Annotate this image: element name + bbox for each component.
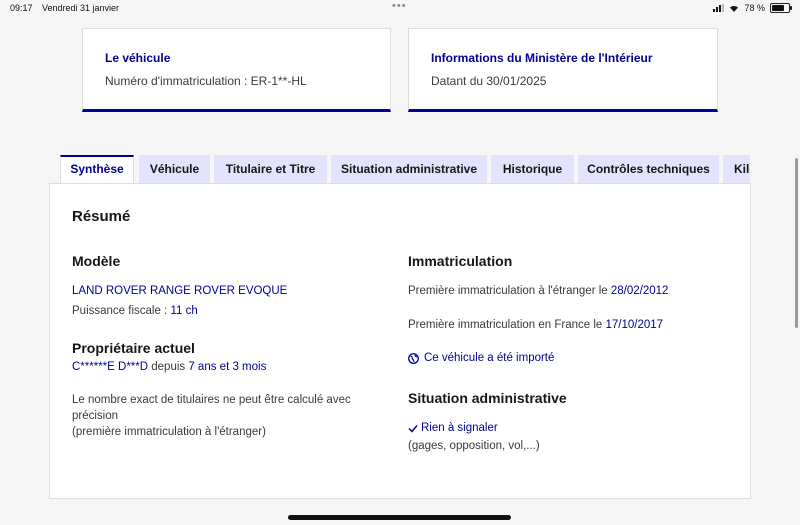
situation-status: Rien à signaler [408,420,498,436]
titulaires-note-line3: (première immatriculation à l'étranger) [72,426,266,438]
immat-etranger-label: Première immatriculation à l'étranger le [408,285,611,297]
multitask-dots-icon[interactable]: ••• [392,0,407,12]
vehicle-card: Le véhicule Numéro d'immatriculation : E… [82,28,391,112]
titulaires-note-line1: Le nombre exact de titulaires ne peut êt… [72,394,351,406]
situation-status-text: Rien à signaler [421,422,498,434]
titulaires-note: Le nombre exact de titulaires ne peut êt… [72,392,392,440]
immatriculation-heading: Immatriculation [408,253,513,269]
situation-details: (gages, opposition, vol,...) [408,440,540,452]
ministry-info-card: Informations du Ministère de l'Intérieur… [408,28,718,112]
immat-etranger: Première immatriculation à l'étranger le… [408,283,668,299]
battery-icon [770,3,792,13]
status-date: Vendredi 31 janvier [42,3,120,13]
puissance-value: 11 ch [170,305,198,317]
proprietaire-line: C******E D***D depuis 7 ans et 3 mois [72,359,266,375]
cellular-signal-icon [713,4,725,12]
importe-link[interactable]: Ce véhicule a été importé [408,350,554,366]
tab-controles-techniques[interactable]: Contrôles techniques [578,155,719,184]
proprietaire-heading: Propriétaire actuel [72,340,195,356]
immat-etranger-date: 28/02/2012 [610,285,669,297]
proprietaire-duree: 7 ans et 3 mois [188,361,267,373]
synthese-panel: Résumé Modèle LAND ROVER RANGE ROVER EVO… [49,183,751,499]
tab-synthese[interactable]: Synthèse [60,155,134,184]
vehicle-card-title: Le véhicule [105,51,171,65]
modele-name: LAND ROVER RANGE ROVER EVOQUE [72,285,288,297]
puissance-label: Puissance fiscale : [72,305,171,317]
check-icon [408,424,418,433]
scrollbar[interactable] [795,158,798,328]
tab-vehicule[interactable]: Véhicule [139,155,210,184]
status-bar: 09:17 Vendredi 31 janvier ••• 78 % [0,0,800,18]
immat-france-date: 17/10/2017 [605,319,664,331]
registration-number: Numéro d'immatriculation : ER-1**-HL [105,74,307,88]
situation-heading: Situation administrative [408,390,567,406]
tab-situation-administrative[interactable]: Situation administrative [331,155,487,184]
importe-text: Ce véhicule a été importé [424,352,555,364]
tab-kilometrage[interactable]: Kilométrage [723,155,750,184]
tab-bar: Synthèse Véhicule Titulaire et Titre Sit… [60,155,750,184]
puissance-fiscale: Puissance fiscale : 11 ch [72,303,198,319]
ministry-info-date: Datant du 30/01/2025 [431,74,547,88]
globe-icon [408,352,419,364]
ministry-info-title: Informations du Ministère de l'Intérieur [431,51,653,65]
proprietaire-name: C******E D***D [72,361,149,373]
titulaires-note-line2: précision [72,410,119,422]
wifi-icon [730,5,739,12]
resume-title: Résumé [72,208,131,225]
home-indicator[interactable] [288,515,511,520]
tab-titulaire-titre[interactable]: Titulaire et Titre [214,155,327,184]
immat-france-label: Première immatriculation en France le [408,319,606,331]
modele-heading: Modèle [72,253,121,269]
immat-france: Première immatriculation en France le 17… [408,317,663,333]
battery-percent: 78 % [744,3,765,13]
status-indicators: 78 % [713,3,792,13]
tab-historique[interactable]: Historique [491,155,574,184]
depuis-text: depuis [148,361,189,373]
status-time: 09:17 [10,3,33,13]
